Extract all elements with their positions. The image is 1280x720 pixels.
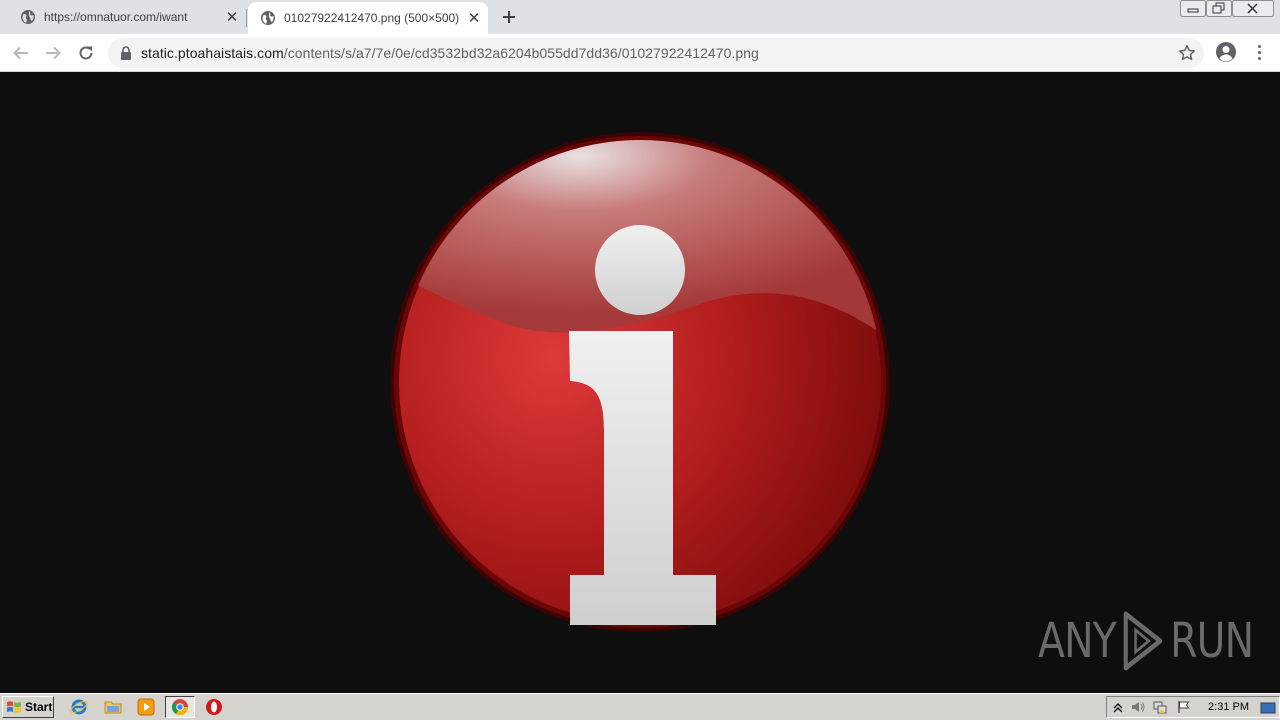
page-viewport: ANY RUN: [0, 72, 1280, 693]
watermark-left: ANY: [1038, 613, 1117, 669]
folder-icon: [104, 701, 122, 714]
watermark-right: RUN: [1170, 613, 1254, 669]
close-icon: [1247, 3, 1258, 14]
start-label: Start: [25, 700, 53, 714]
info-dot: [595, 225, 685, 315]
network-icon[interactable]: [1153, 700, 1167, 714]
tab-omnatuor[interactable]: https://omnatuor.com/iwant ✕: [0, 0, 246, 34]
restore-icon: [1212, 2, 1225, 14]
anyrun-watermark: ANY RUN: [1038, 609, 1254, 673]
minimize-icon: [1187, 8, 1199, 13]
media-player-button[interactable]: [136, 697, 156, 717]
tab-strip: https://omnatuor.com/iwant ✕ 01027922412…: [0, 0, 1280, 34]
media-player-icon: [137, 698, 155, 716]
volume-icon[interactable]: [1131, 700, 1145, 714]
tab-title: https://omnatuor.com/iwant: [44, 10, 188, 24]
back-button[interactable]: [9, 41, 33, 65]
tab-title: 01027922412470.png (500×500): [284, 11, 460, 25]
browser-menu-button[interactable]: [1250, 40, 1268, 64]
reload-button[interactable]: [74, 41, 98, 65]
start-button[interactable]: Start: [2, 696, 54, 718]
close-tab-icon[interactable]: ✕: [466, 10, 482, 27]
clock[interactable]: 2:31 PM: [1208, 701, 1249, 713]
opera-button[interactable]: [204, 697, 224, 717]
forward-arrow-icon: [46, 46, 61, 60]
restore-button[interactable]: [1206, 0, 1232, 17]
globe-icon: [261, 11, 275, 25]
browser-toolbar: static.ptoahaistais.com/contents/s/a7/7e…: [0, 34, 1280, 72]
url-host: static.ptoahaistais.com: [141, 45, 284, 61]
bookmark-star-icon[interactable]: [1178, 44, 1196, 62]
action-center-flag-icon[interactable]: [1177, 700, 1191, 714]
system-tray: 2:31 PM: [1106, 696, 1280, 718]
lock-icon[interactable]: [120, 46, 132, 60]
tab-image[interactable]: 01027922412470.png (500×500) ✕: [248, 2, 488, 34]
globe-icon: [21, 10, 35, 24]
windows-logo-icon: [7, 701, 21, 713]
red-info-icon: [390, 132, 890, 632]
url-path: /contents/s/a7/7e/0e/cd3532bd32a6204b055…: [283, 45, 759, 61]
internet-explorer-icon: [70, 699, 88, 715]
url-text[interactable]: static.ptoahaistais.com/contents/s/a7/7e…: [141, 45, 759, 61]
close-window-button[interactable]: [1232, 0, 1274, 17]
opera-icon: [206, 699, 222, 715]
new-tab-button[interactable]: [497, 5, 521, 29]
show-hidden-icons-icon[interactable]: [1111, 700, 1125, 714]
show-desktop-icon[interactable]: [1260, 701, 1276, 715]
chrome-taskbar-button[interactable]: [165, 696, 195, 718]
taskbar: Start 2:31 PM: [0, 693, 1280, 720]
internet-explorer-button[interactable]: [69, 697, 89, 717]
reload-icon: [79, 46, 93, 60]
forward-button[interactable]: [41, 41, 65, 65]
tab-separator: [246, 9, 247, 27]
back-arrow-icon: [13, 46, 28, 60]
play-logo-icon: [1123, 611, 1163, 671]
minimize-button[interactable]: [1180, 0, 1206, 17]
plus-icon: [503, 11, 515, 23]
address-bar[interactable]: static.ptoahaistais.com/contents/s/a7/7e…: [108, 38, 1204, 68]
chrome-icon: [171, 699, 189, 716]
account-icon[interactable]: [1214, 40, 1238, 64]
close-tab-icon[interactable]: ✕: [224, 9, 240, 26]
window-controls: [1180, 0, 1274, 18]
file-explorer-button[interactable]: [103, 697, 123, 717]
